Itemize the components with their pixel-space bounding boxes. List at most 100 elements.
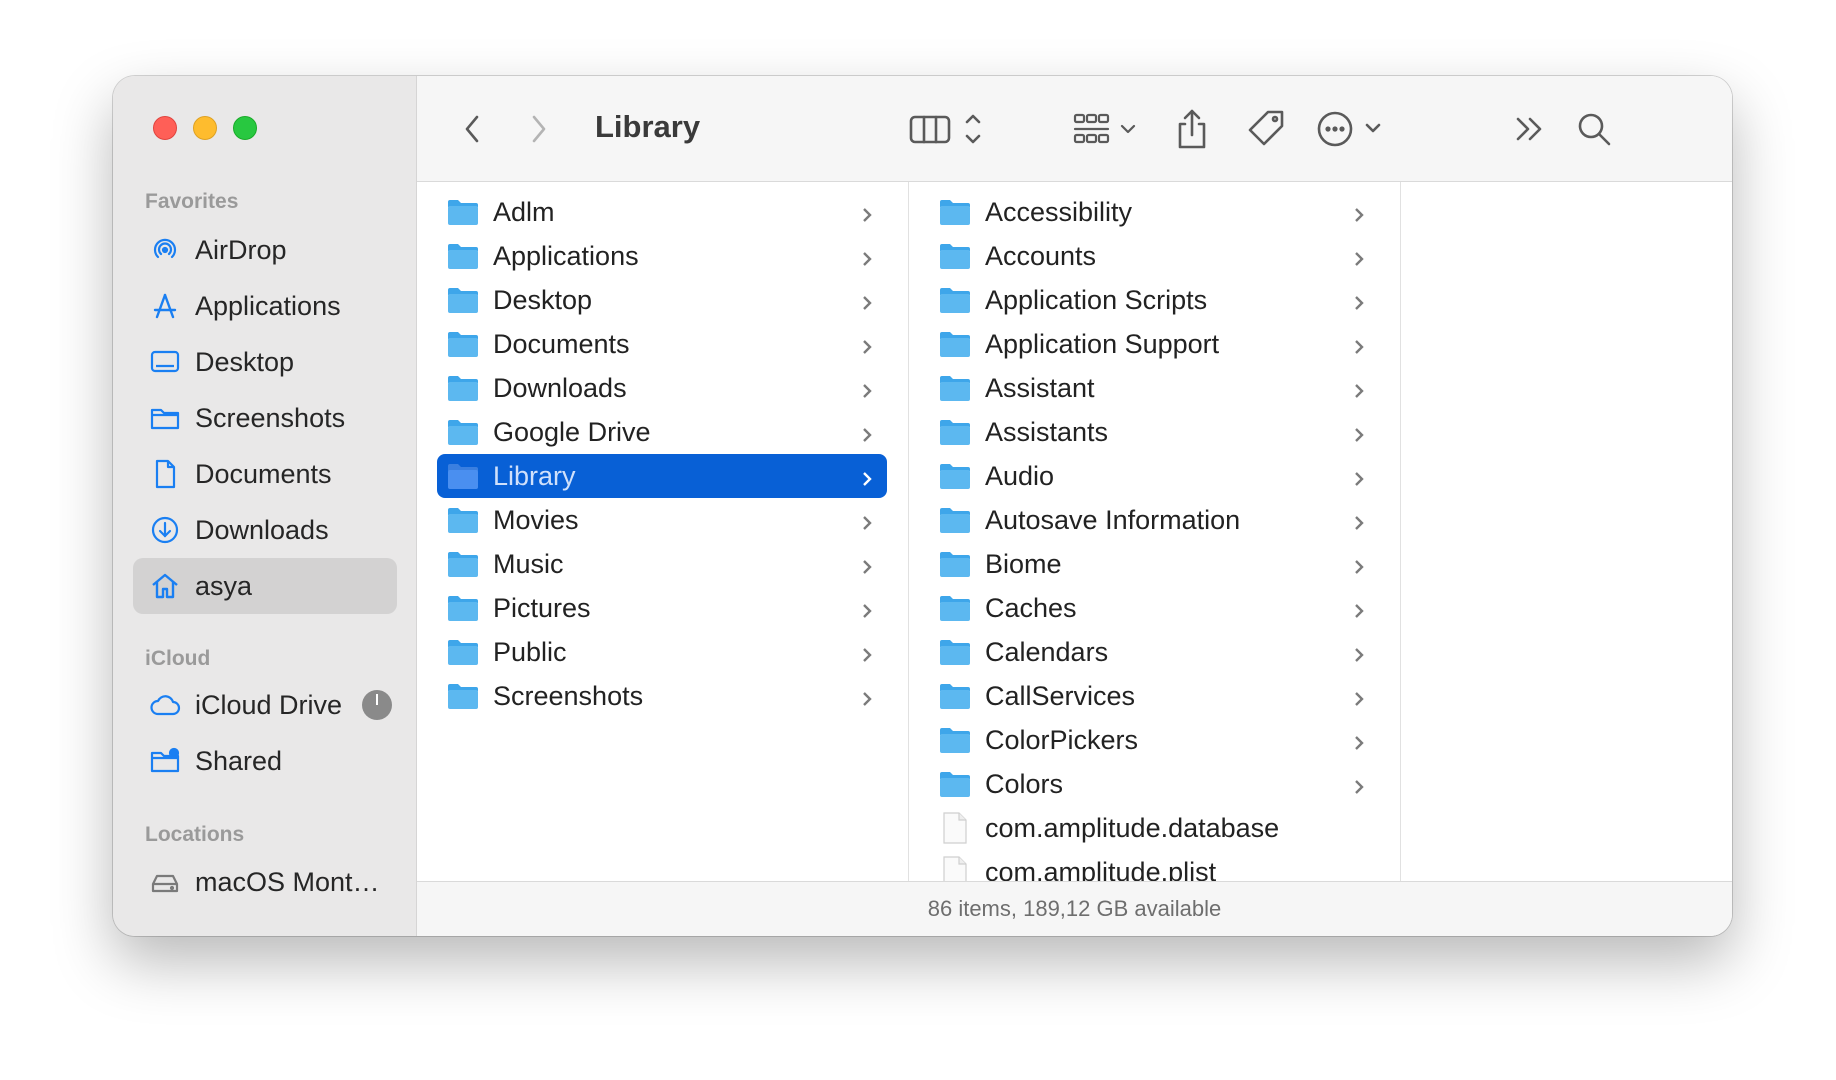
tag-icon <box>1248 110 1284 146</box>
tag-button[interactable] <box>1245 104 1289 154</box>
column-home: Adlm Applications Desktop Documents Download… <box>417 182 909 881</box>
document-icon <box>149 458 181 490</box>
chevron-right-icon <box>861 465 873 486</box>
cloud-icon <box>149 689 181 721</box>
list-item[interactable]: Applications <box>437 234 887 278</box>
list-item-label: Autosave Information <box>985 504 1241 535</box>
list-item[interactable]: Music <box>437 542 887 586</box>
sidebar-item-shared[interactable]: Shared <box>133 733 397 789</box>
sidebar-item-asya[interactable]: asya <box>133 558 397 614</box>
list-item-label: Downloads <box>493 372 627 403</box>
list-item[interactable]: com.amplitude.database <box>929 806 1379 850</box>
chevron-right-icon <box>1353 773 1365 794</box>
list-item-label: CallServices <box>985 680 1136 711</box>
folder-icon <box>940 200 970 225</box>
home-icon <box>149 570 181 602</box>
folder-icon <box>940 332 970 357</box>
sidebar-item-airdrop[interactable]: AirDrop <box>133 222 397 278</box>
back-button[interactable] <box>457 104 487 154</box>
sidebar-item-screenshots[interactable]: Screenshots <box>133 390 397 446</box>
main-area: Library Adlm Applications Desktop Docume… <box>417 76 1732 936</box>
sidebar-item-macos-disk[interactable]: macOS Mont… <box>133 854 397 910</box>
chevron-right-icon <box>1353 289 1365 310</box>
folder-icon <box>940 640 970 665</box>
folder-icon <box>448 420 478 445</box>
list-item-label: Music <box>493 548 564 579</box>
list-item[interactable]: Public <box>437 630 887 674</box>
list-item-label: Caches <box>985 592 1077 623</box>
list-item[interactable]: Documents <box>437 322 887 366</box>
list-item[interactable]: Caches <box>929 586 1379 630</box>
column-library: Accessibility Accounts Application Scripts… <box>909 182 1401 881</box>
more-actions-button[interactable] <box>1317 104 1389 154</box>
list-item[interactable]: Accounts <box>929 234 1379 278</box>
forward-button[interactable] <box>524 104 554 154</box>
list-item[interactable]: Biome <box>929 542 1379 586</box>
sidebar-item-label: asya <box>195 570 253 601</box>
list-item[interactable]: Accessibility <box>929 190 1379 234</box>
folder-icon <box>149 402 181 434</box>
sidebar-item-applications[interactable]: Applications <box>133 278 397 334</box>
search-icon <box>1578 113 1611 146</box>
chevron-right-icon <box>1353 597 1365 618</box>
applications-icon <box>149 290 181 322</box>
column-browser: Adlm Applications Desktop Documents Download… <box>417 182 1732 881</box>
list-item-label: Library <box>493 460 576 491</box>
list-item[interactable]: Desktop <box>437 278 887 322</box>
share-button[interactable] <box>1172 104 1212 154</box>
list-item[interactable]: Calendars <box>929 630 1379 674</box>
list-item[interactable]: Screenshots <box>437 674 887 718</box>
sidebar-item-icloud-drive[interactable]: iCloud Drive <box>133 677 397 733</box>
close-window-button[interactable] <box>153 116 177 140</box>
folder-icon <box>940 508 970 533</box>
list-item[interactable]: Application Scripts <box>929 278 1379 322</box>
list-item-label: com.amplitude.database <box>985 812 1280 843</box>
chevron-right-icon <box>1353 421 1365 442</box>
icloud-section-title: iCloud <box>145 647 211 670</box>
list-item-label: Screenshots <box>493 680 644 711</box>
list-item-label: Applications <box>493 240 639 271</box>
list-item[interactable]: Google Drive <box>437 410 887 454</box>
list-item-label: Biome <box>985 548 1062 579</box>
list-item[interactable]: Downloads <box>437 366 887 410</box>
folder-icon <box>448 376 478 401</box>
chevron-right-icon <box>861 245 873 266</box>
sidebar-item-desktop[interactable]: Desktop <box>133 334 397 390</box>
chevron-right-icon <box>861 685 873 706</box>
group-button[interactable] <box>1072 104 1142 154</box>
grid-icon <box>1073 113 1136 144</box>
sidebar-item-documents[interactable]: Documents <box>133 446 397 502</box>
sidebar-item-label: Documents <box>195 458 332 489</box>
list-item[interactable]: Adlm <box>437 190 887 234</box>
list-item[interactable]: com.amplitude.plist <box>929 850 1379 881</box>
zoom-window-button[interactable] <box>233 116 257 140</box>
list-item[interactable]: Application Support <box>929 322 1379 366</box>
list-item[interactable]: Library <box>437 454 887 498</box>
sidebar-item-downloads[interactable]: Downloads <box>133 502 397 558</box>
list-item[interactable]: Autosave Information <box>929 498 1379 542</box>
chevron-right-icon <box>1353 377 1365 398</box>
chevron-right-icon <box>861 289 873 310</box>
list-item-label: Movies <box>493 504 579 535</box>
list-item[interactable]: Assistants <box>929 410 1379 454</box>
folder-icon <box>448 552 478 577</box>
sync-progress-icon <box>362 690 393 720</box>
chevron-right-icon <box>861 641 873 662</box>
disk-icon <box>149 866 181 898</box>
minimize-window-button[interactable] <box>193 116 217 140</box>
list-item[interactable]: Pictures <box>437 586 887 630</box>
chevron-right-icon <box>1353 685 1365 706</box>
toolbar-overflow-button[interactable] <box>1512 104 1548 154</box>
search-button[interactable] <box>1574 104 1614 154</box>
list-item[interactable]: Colors <box>929 762 1379 806</box>
list-item[interactable]: Assistant <box>929 366 1379 410</box>
folder-icon <box>448 464 478 489</box>
folder-icon <box>448 596 478 621</box>
folder-icon <box>940 244 970 269</box>
list-item[interactable]: Audio <box>929 454 1379 498</box>
chevron-right-icon <box>861 509 873 530</box>
list-item[interactable]: ColorPickers <box>929 718 1379 762</box>
list-item[interactable]: Movies <box>437 498 887 542</box>
view-mode-button[interactable] <box>907 104 989 154</box>
list-item[interactable]: CallServices <box>929 674 1379 718</box>
